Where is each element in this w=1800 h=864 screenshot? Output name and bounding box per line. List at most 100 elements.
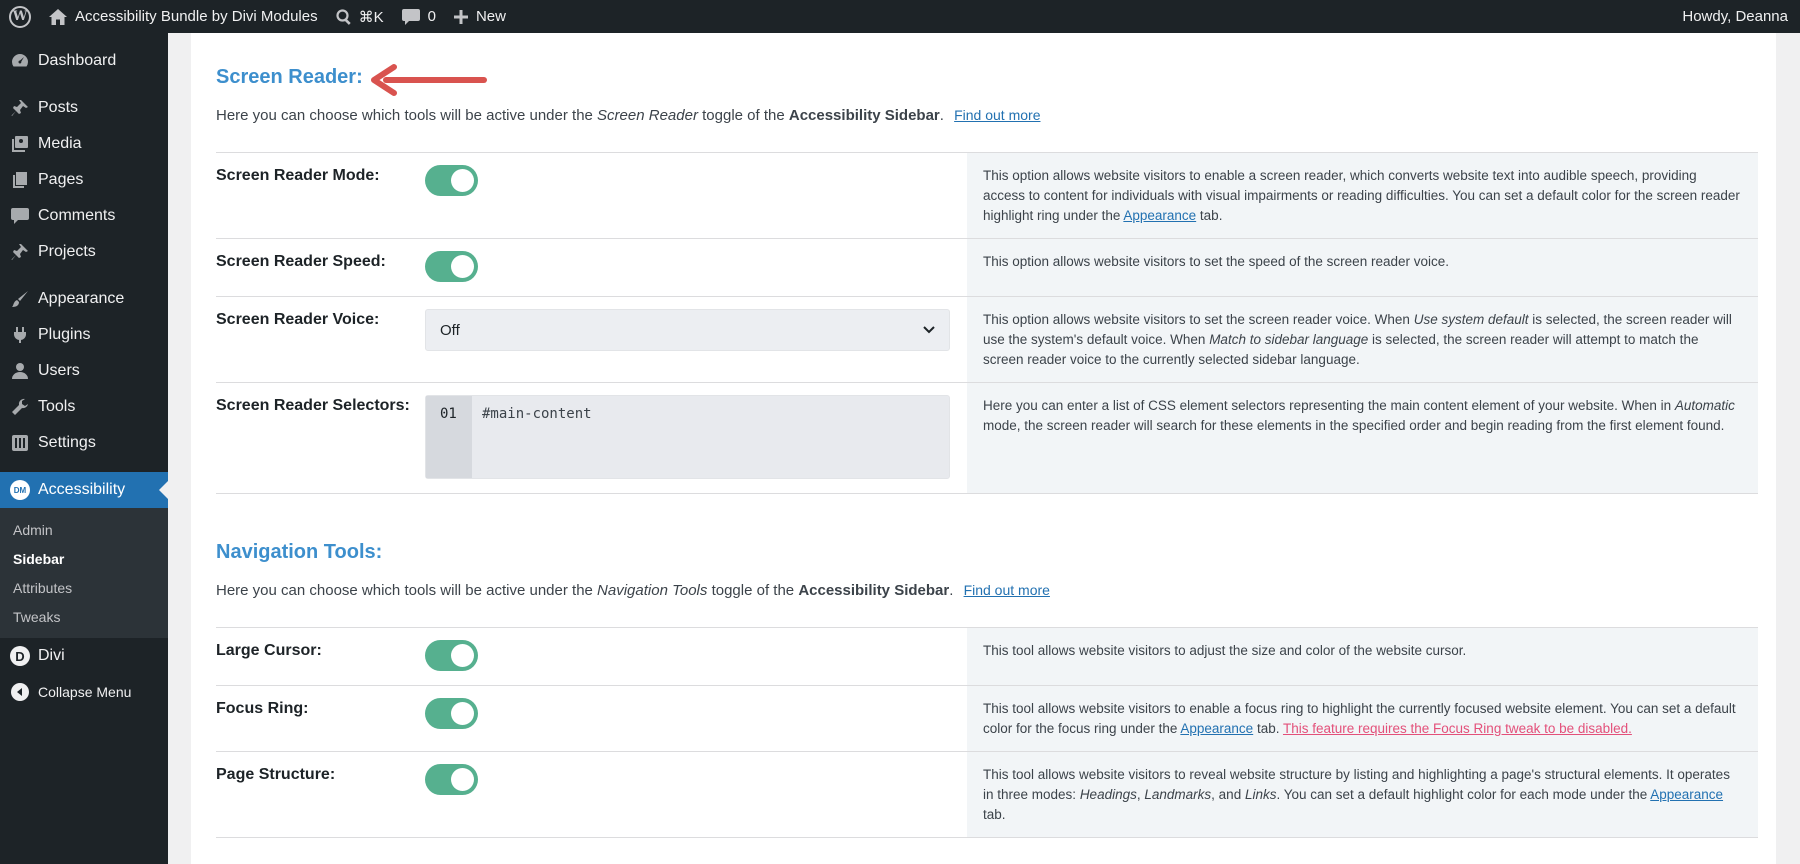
menu-item-media[interactable]: Media: [0, 126, 168, 162]
setting-label: Large Cursor:: [216, 642, 322, 659]
wordpress-icon: W: [9, 5, 31, 28]
divider: [216, 837, 1758, 838]
code-content: #main-content: [482, 406, 592, 422]
focus-ring-toggle[interactable]: [425, 698, 478, 729]
pin-icon: [10, 242, 30, 262]
wrench-icon: [10, 397, 30, 417]
setting-row-screen-reader-selectors: Screen Reader Selectors: 01 #main-conten…: [216, 382, 1758, 493]
plugin-icon: [10, 325, 30, 345]
menu-label-settings: Settings: [38, 434, 96, 451]
section-title-navigation-tools: Navigation Tools:: [216, 541, 383, 563]
new-content-button[interactable]: New: [445, 0, 515, 33]
menu-item-accessibility[interactable]: DM Accessibility: [0, 472, 168, 508]
collapse-menu-label: Collapse Menu: [38, 684, 132, 700]
menu-label-dashboard: Dashboard: [38, 52, 117, 69]
menu-item-posts[interactable]: Posts: [0, 90, 168, 126]
pin-icon: [10, 98, 30, 118]
dashboard-icon: [10, 51, 30, 71]
search-shortcut: ⌘K: [358, 8, 384, 26]
line-number: 01: [426, 396, 472, 478]
menu-item-tools[interactable]: Tools: [0, 389, 168, 425]
setting-row-screen-reader-voice: Screen Reader Voice: Off This option all…: [216, 296, 1758, 382]
setting-row-screen-reader-speed: Screen Reader Speed: This option allows …: [216, 238, 1758, 296]
focus-ring-warning-link[interactable]: This feature requires the Focus Ring twe…: [1283, 721, 1632, 736]
site-name-link[interactable]: Accessibility Bundle by Divi Modules: [40, 0, 327, 33]
chevron-down-icon: [923, 326, 935, 334]
menu-item-projects[interactable]: Projects: [0, 234, 168, 270]
screen-reader-speed-toggle[interactable]: [425, 251, 478, 282]
main-content-area: Screen Reader: Here you can choose which…: [168, 33, 1800, 864]
setting-description: This option allows website visitors to s…: [967, 297, 1758, 382]
menu-label-comments: Comments: [38, 207, 116, 224]
setting-description: This option allows website visitors to s…: [967, 239, 1758, 296]
setting-description: This tool allows website visitors to ena…: [967, 686, 1758, 751]
plus-icon: [453, 9, 468, 24]
menu-label-plugins: Plugins: [38, 326, 91, 343]
submenu-item-admin[interactable]: Admin: [0, 515, 168, 544]
submenu-item-attributes[interactable]: Attributes: [0, 573, 168, 602]
setting-label: Focus Ring:: [216, 700, 309, 717]
user-greeting: Howdy, Deanna: [1682, 8, 1788, 25]
appearance-link[interactable]: Appearance: [1650, 787, 1723, 802]
screen-reader-selectors-editor[interactable]: 01 #main-content: [425, 395, 950, 479]
search-shortcut-button[interactable]: ⌘K: [327, 0, 393, 33]
dm-icon: DM: [10, 480, 30, 500]
setting-row-focus-ring: Focus Ring: This tool allows website vis…: [216, 685, 1758, 751]
section-desc-screen-reader: Here you can choose which tools will be …: [216, 107, 1041, 124]
section-desc-navigation-tools: Here you can choose which tools will be …: [216, 582, 1050, 599]
submenu-item-sidebar[interactable]: Sidebar: [0, 544, 168, 573]
menu-item-comments[interactable]: Comments: [0, 198, 168, 234]
screen-reader-mode-toggle[interactable]: [425, 165, 478, 196]
setting-label: Page Structure:: [216, 766, 336, 783]
annotation-arrow-icon: [371, 64, 487, 96]
dm-badge: DM: [10, 480, 30, 500]
menu-label-divi: Divi: [38, 647, 65, 664]
settings-panel: Screen Reader: Here you can choose which…: [191, 33, 1776, 864]
site-name: Accessibility Bundle by Divi Modules: [75, 8, 318, 25]
media-icon: [10, 134, 30, 154]
wordpress-logo-button[interactable]: W: [0, 0, 40, 33]
menu-item-plugins[interactable]: Plugins: [0, 317, 168, 353]
setting-label: Screen Reader Voice:: [216, 311, 380, 328]
comments-button[interactable]: 0: [393, 0, 445, 33]
menu-item-settings[interactable]: Settings: [0, 425, 168, 461]
menu-label-users: Users: [38, 362, 80, 379]
menu-item-appearance[interactable]: Appearance: [0, 281, 168, 317]
section-title-screen-reader: Screen Reader:: [216, 66, 363, 88]
divider: [216, 493, 1758, 494]
select-value: Off: [440, 321, 460, 339]
setting-row-large-cursor: Large Cursor: This tool allows website v…: [216, 627, 1758, 685]
page-structure-toggle[interactable]: [425, 764, 478, 795]
admin-sidebar: Dashboard Posts Media Pages Comments Pro…: [0, 33, 168, 864]
setting-description: This option allows website visitors to e…: [967, 153, 1758, 238]
comments-count: 0: [427, 8, 436, 25]
menu-label-appearance: Appearance: [38, 290, 125, 307]
screen-reader-voice-select[interactable]: Off: [425, 309, 950, 351]
appearance-link[interactable]: Appearance: [1180, 721, 1253, 736]
appearance-link[interactable]: Appearance: [1123, 208, 1196, 223]
setting-label: Screen Reader Mode:: [216, 167, 380, 184]
menu-item-pages[interactable]: Pages: [0, 162, 168, 198]
setting-row-page-structure: Page Structure: This tool allows website…: [216, 751, 1758, 837]
pages-icon: [10, 170, 30, 190]
setting-description: This tool allows website visitors to rev…: [967, 752, 1758, 837]
setting-description: Here you can enter a list of CSS element…: [967, 383, 1758, 493]
menu-item-users[interactable]: Users: [0, 353, 168, 389]
settings-icon: [10, 433, 30, 453]
new-label: New: [475, 8, 506, 25]
find-out-more-link-screen-reader[interactable]: Find out more: [954, 107, 1040, 123]
accessibility-submenu: Admin Sidebar Attributes Tweaks: [0, 508, 168, 638]
menu-label-tools: Tools: [38, 398, 76, 415]
collapse-menu-button[interactable]: Collapse Menu: [0, 674, 168, 710]
submenu-item-tweaks[interactable]: Tweaks: [0, 602, 168, 631]
large-cursor-toggle[interactable]: [425, 640, 478, 671]
admin-bar: W Accessibility Bundle by Divi Modules ⌘…: [0, 0, 1800, 33]
find-out-more-link-navigation-tools[interactable]: Find out more: [964, 582, 1050, 598]
search-icon: [336, 8, 351, 25]
menu-item-divi[interactable]: D Divi: [0, 638, 168, 674]
menu-label-posts: Posts: [38, 99, 79, 116]
menu-item-dashboard[interactable]: Dashboard: [0, 43, 168, 79]
collapse-icon: [10, 682, 30, 702]
user-account-menu[interactable]: Howdy, Deanna: [1673, 0, 1800, 33]
divi-badge: D: [10, 646, 30, 666]
